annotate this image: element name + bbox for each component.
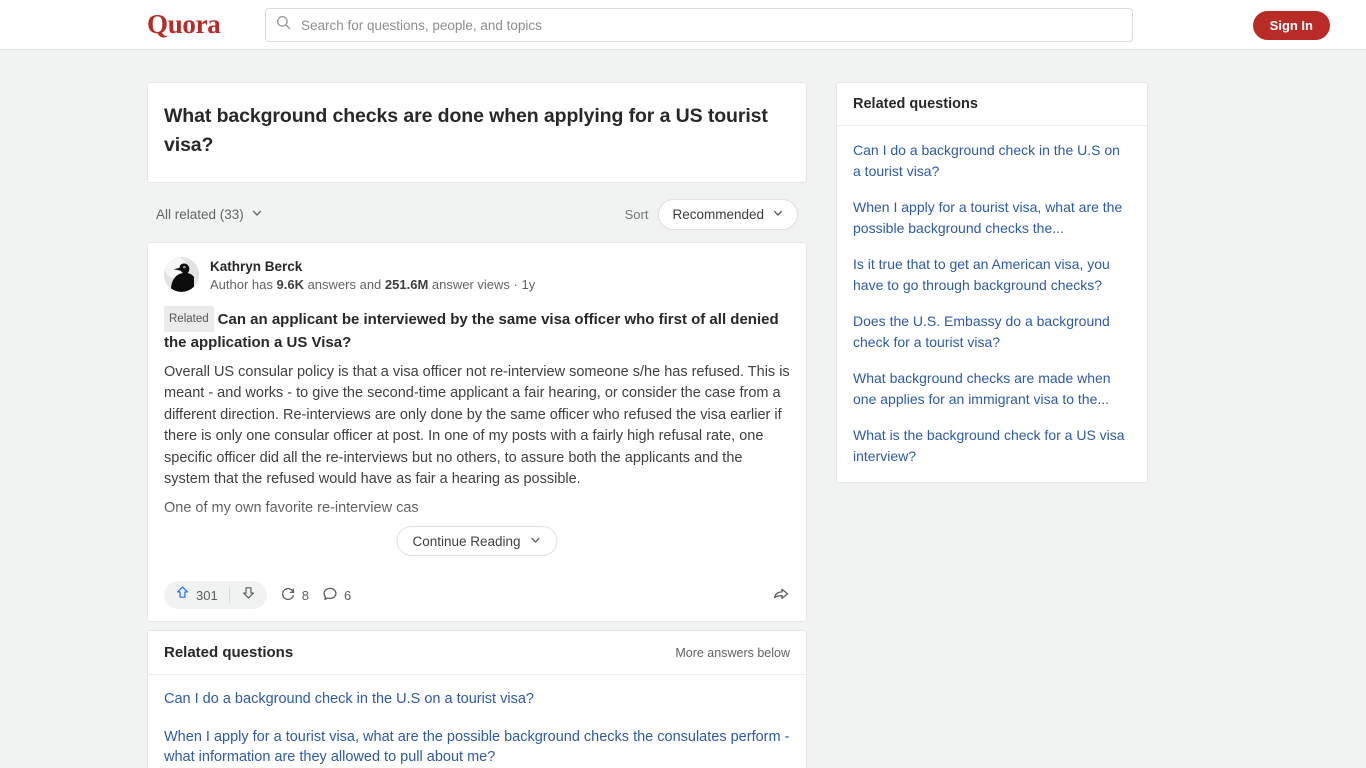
sidebar-item-4[interactable]: What background checks are made when one… [853,368,1131,409]
byline-text: Kathryn Berck Author has 9.6K answers an… [210,257,535,294]
answer-card: Kathryn Berck Author has 9.6K answers an… [147,242,807,623]
answer-paragraph-truncated: One of my own favorite re-interview cas [164,500,419,517]
repost-icon [280,586,296,605]
all-related-dropdown[interactable]: All related (33) [156,207,263,222]
comment-count: 6 [343,587,352,603]
downvote-button[interactable] [241,585,256,605]
answer-paragraph: Overall US consular policy is that a vis… [164,364,790,488]
upvote-arrow-icon [175,585,190,605]
sidebar-title: Related questions [837,83,1147,126]
page-title: What background checks are done when app… [164,105,768,156]
related-questions-card: Related questions More answers below Can… [147,630,807,768]
chevron-down-icon [772,207,784,222]
sidebar-related-questions-card: Related questions Can I do a background … [836,82,1148,483]
sidebar-list: Can I do a background check in the U.S o… [837,126,1147,482]
sidebar-item-0[interactable]: Can I do a background check in the U.S o… [853,140,1131,181]
sidebar-column: Related questions Can I do a background … [836,82,1148,483]
repost-count: 8 [301,587,309,603]
related-question-link[interactable]: When I apply for a tourist visa, what ar… [164,727,790,768]
crow-avatar-icon[interactable] [164,257,199,292]
quora-logo[interactable]: Quora [147,9,221,40]
search-input[interactable] [299,16,1122,34]
chevron-down-icon [530,534,542,549]
repost-button[interactable]: 8 [280,586,309,605]
related-question-link[interactable]: Can I do a background check in the U.S o… [164,689,790,710]
sidebar-item-2[interactable]: Is it true that to get an American visa,… [853,254,1131,295]
filter-bar: All related (33) Sort Recommended [147,194,807,234]
upvote-button[interactable]: 301 [175,585,218,605]
all-related-label: All related (33) [156,206,244,222]
sign-in-button[interactable]: Sign In [1252,11,1330,40]
related-questions-title: Related questions [164,644,294,662]
share-button[interactable] [772,585,790,606]
answer-question-title[interactable]: Related Can an applicant be interviewed b… [164,306,790,354]
sort-controls: Sort Recommended [624,198,798,230]
answer-question-text: Can an applicant be interviewed by the s… [164,311,779,351]
sidebar-item-3[interactable]: Does the U.S. Embassy do a background ch… [853,311,1131,352]
question-card: What background checks are done when app… [147,82,807,183]
author-stats-middle: answers and [303,277,385,292]
author-byline: Kathryn Berck Author has 9.6K answers an… [164,257,790,294]
author-name[interactable]: Kathryn Berck [210,258,535,275]
vote-divider [228,587,230,604]
author-answers-count: 9.6K [276,277,304,292]
site-header: Quora Sign In [0,0,1366,50]
sort-label: Sort [624,206,649,222]
author-stats: Author has 9.6K answers and 251.6M answe… [210,275,535,294]
related-badge: Related [164,306,214,332]
comment-icon [322,586,338,605]
sidebar-item-5[interactable]: What is the background check for a US vi… [853,425,1131,466]
action-bar-left: 301 8 6 [164,581,351,610]
answer-body-truncated: One of my own favorite re-interview cas [148,498,806,519]
answer-body: Overall US consular policy is that a vis… [164,362,790,490]
vote-pill: 301 [164,581,267,610]
answer-action-bar: 301 8 6 [148,574,806,621]
chevron-down-icon [251,207,263,222]
search-icon [276,15,291,35]
share-arrow-icon [772,585,790,606]
sort-dropdown[interactable]: Recommended [658,198,798,230]
related-questions-header: Related questions More answers below [148,631,806,676]
continue-reading-button[interactable]: Continue Reading [396,526,558,557]
comment-button[interactable]: 6 [322,586,351,605]
continue-reading-label: Continue Reading [412,533,521,549]
related-questions-list: Can I do a background check in the U.S o… [148,675,806,768]
author-views-count: 251.6M [384,277,429,292]
author-stats-suffix: answer views · 1y [428,277,536,292]
search-bar[interactable] [265,8,1133,42]
author-stats-prefix: Author has [210,277,277,292]
main-column: What background checks are done when app… [147,82,807,768]
sort-value: Recommended [672,206,764,222]
upvote-count: 301 [196,587,218,603]
answer-content: Kathryn Berck Author has 9.6K answers an… [148,243,806,490]
answer-fade-region: One of my own favorite re-interview cas … [148,498,806,575]
sidebar-item-1[interactable]: When I apply for a tourist visa, what ar… [853,197,1131,238]
more-answers-below-note: More answers below [675,645,790,660]
